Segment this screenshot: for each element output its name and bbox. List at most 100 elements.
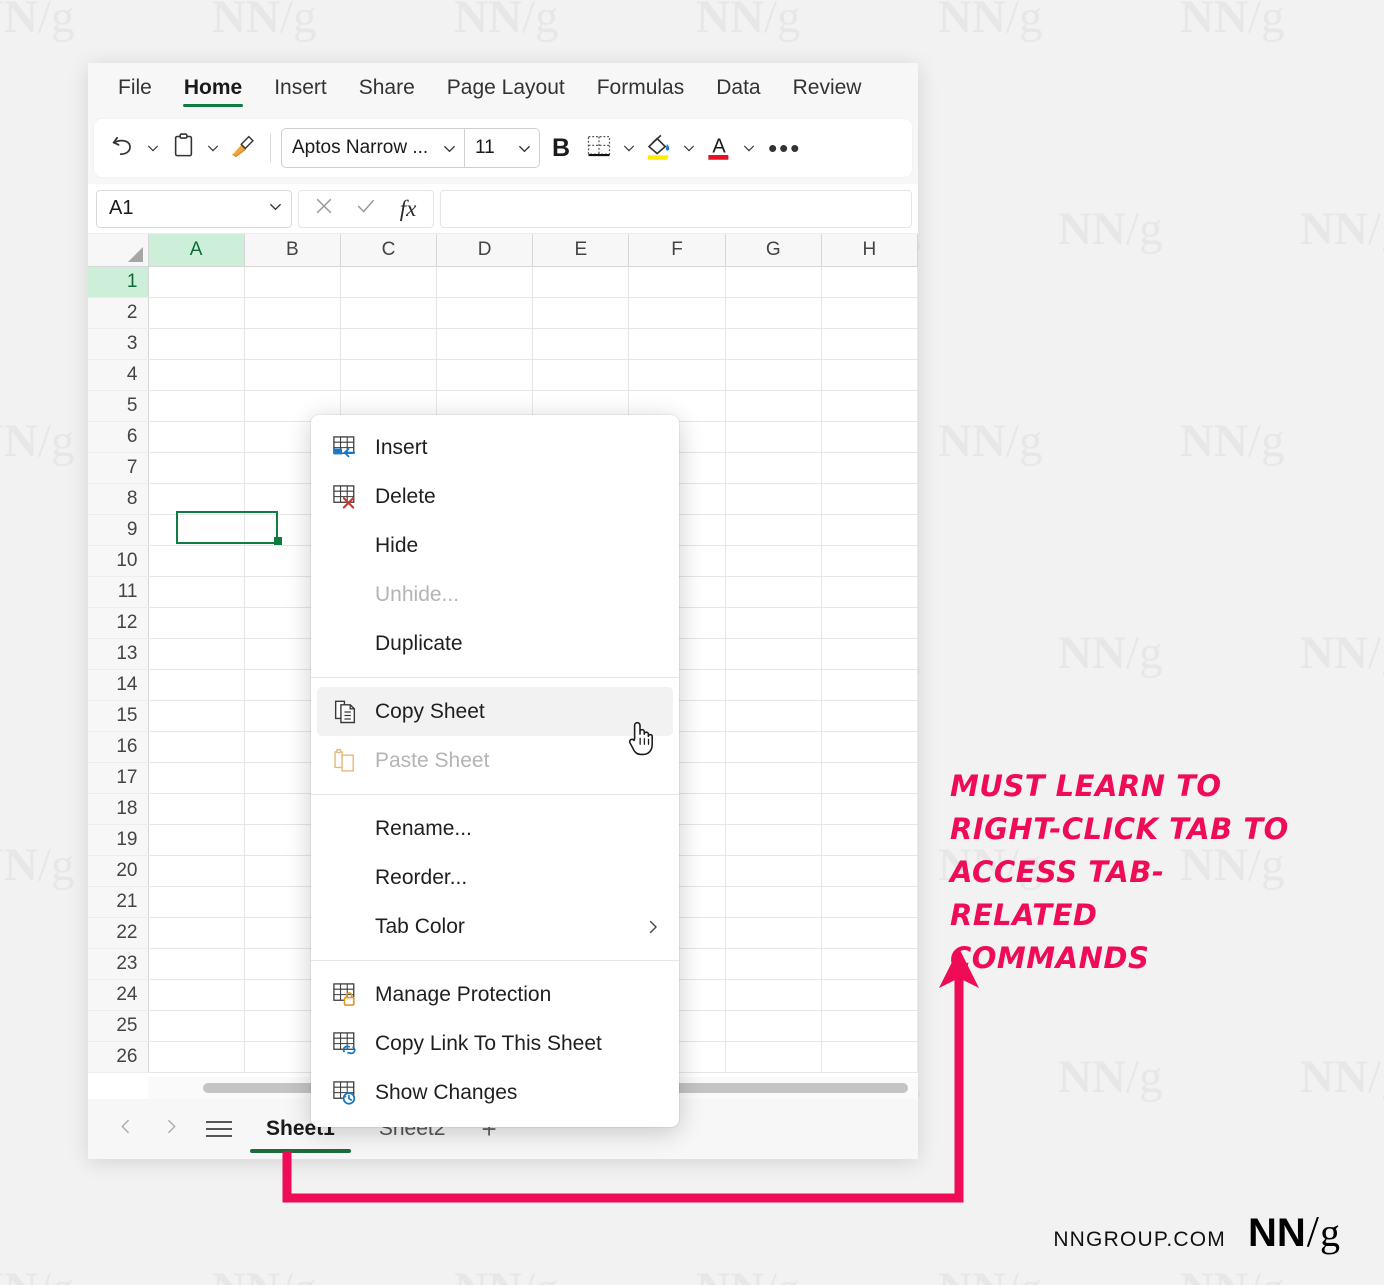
cell-B2[interactable]: [244, 297, 341, 329]
row-header-26[interactable]: 26: [88, 1041, 149, 1073]
cell-H13[interactable]: [821, 638, 918, 670]
cell-H20[interactable]: [821, 855, 918, 887]
cell-G17[interactable]: [725, 762, 822, 794]
cell-B1[interactable]: [244, 266, 341, 298]
fill-color-dropdown-button[interactable]: [678, 128, 700, 168]
cell-G1[interactable]: [725, 266, 822, 298]
cell-A4[interactable]: [148, 359, 245, 391]
confirm-edit-button[interactable]: [345, 191, 387, 227]
cell-H26[interactable]: [821, 1041, 918, 1073]
cell-A19[interactable]: [148, 824, 245, 856]
cell-G15[interactable]: [725, 700, 822, 732]
cell-H8[interactable]: [821, 483, 918, 515]
cell-A7[interactable]: [148, 452, 245, 484]
cell-G2[interactable]: [725, 297, 822, 329]
cell-H25[interactable]: [821, 1010, 918, 1042]
column-header-B[interactable]: B: [244, 234, 341, 267]
ribbon-tab-share[interactable]: Share: [345, 70, 429, 112]
paste-button[interactable]: [166, 128, 200, 168]
format-painter-button[interactable]: [226, 128, 260, 168]
row-header-3[interactable]: 3: [88, 328, 149, 360]
row-header-5[interactable]: 5: [88, 390, 149, 422]
cancel-edit-button[interactable]: [303, 191, 345, 227]
cell-A22[interactable]: [148, 917, 245, 949]
cell-A12[interactable]: [148, 607, 245, 639]
cell-H14[interactable]: [821, 669, 918, 701]
row-header-12[interactable]: 12: [88, 607, 149, 639]
cell-G13[interactable]: [725, 638, 822, 670]
context-menu-item-manage-protection[interactable]: Manage Protection: [311, 970, 679, 1019]
cell-C4[interactable]: [340, 359, 438, 391]
cell-D3[interactable]: [436, 328, 534, 360]
undo-dropdown-button[interactable]: [142, 128, 164, 168]
bold-button[interactable]: B: [542, 128, 580, 168]
row-header-15[interactable]: 15: [88, 700, 149, 732]
cell-G10[interactable]: [725, 545, 822, 577]
cell-C1[interactable]: [340, 266, 438, 298]
cell-H21[interactable]: [821, 886, 918, 918]
cell-D4[interactable]: [436, 359, 534, 391]
cell-G14[interactable]: [725, 669, 822, 701]
font-color-dropdown-button[interactable]: [738, 128, 760, 168]
formula-input[interactable]: [440, 189, 912, 228]
cell-A14[interactable]: [148, 669, 245, 701]
row-header-13[interactable]: 13: [88, 638, 149, 670]
cell-G22[interactable]: [725, 917, 822, 949]
ribbon-tab-data[interactable]: Data: [702, 70, 774, 112]
cell-A1[interactable]: [148, 266, 245, 298]
column-header-E[interactable]: E: [532, 234, 630, 267]
cell-A20[interactable]: [148, 855, 245, 887]
cell-H17[interactable]: [821, 762, 918, 794]
context-menu-item-reorder[interactable]: Reorder...: [311, 853, 679, 902]
cell-G25[interactable]: [725, 1010, 822, 1042]
row-header-10[interactable]: 10: [88, 545, 149, 577]
cell-A2[interactable]: [148, 297, 245, 329]
cell-A15[interactable]: [148, 700, 245, 732]
cell-G8[interactable]: [725, 483, 822, 515]
cell-A25[interactable]: [148, 1010, 245, 1042]
cell-A13[interactable]: [148, 638, 245, 670]
cell-A17[interactable]: [148, 762, 245, 794]
context-menu-item-copy-sheet[interactable]: Copy Sheet: [317, 687, 673, 736]
font-name-field[interactable]: Aptos Narrow ...: [282, 129, 434, 167]
cell-H4[interactable]: [821, 359, 918, 391]
context-menu-item-show-changes[interactable]: Show Changes: [311, 1068, 679, 1117]
name-box[interactable]: A1: [96, 189, 292, 228]
cell-G7[interactable]: [725, 452, 822, 484]
column-header-D[interactable]: D: [436, 234, 534, 267]
paste-dropdown-button[interactable]: [202, 128, 224, 168]
cell-E2[interactable]: [532, 297, 630, 329]
cell-F3[interactable]: [628, 328, 726, 360]
context-menu-item-hide[interactable]: Hide: [311, 521, 679, 570]
row-header-17[interactable]: 17: [88, 762, 149, 794]
font-size-dropdown-button[interactable]: [509, 129, 539, 167]
cell-H2[interactable]: [821, 297, 918, 329]
cell-G23[interactable]: [725, 948, 822, 980]
cell-H11[interactable]: [821, 576, 918, 608]
context-menu-item-rename[interactable]: Rename...: [311, 804, 679, 853]
row-header-2[interactable]: 2: [88, 297, 149, 329]
column-header-F[interactable]: F: [628, 234, 726, 267]
cell-A6[interactable]: [148, 421, 245, 453]
row-header-9[interactable]: 9: [88, 514, 149, 546]
column-header-G[interactable]: G: [725, 234, 822, 267]
cell-H24[interactable]: [821, 979, 918, 1011]
cell-H23[interactable]: [821, 948, 918, 980]
column-header-H[interactable]: H: [821, 234, 918, 267]
row-header-6[interactable]: 6: [88, 421, 149, 453]
cell-H12[interactable]: [821, 607, 918, 639]
context-menu-item-duplicate[interactable]: Duplicate: [311, 619, 679, 668]
font-color-button[interactable]: A: [702, 128, 736, 168]
cell-A10[interactable]: [148, 545, 245, 577]
fill-color-button[interactable]: [642, 128, 676, 168]
cell-F2[interactable]: [628, 297, 726, 329]
cell-G4[interactable]: [725, 359, 822, 391]
ribbon-tab-home[interactable]: Home: [170, 70, 256, 112]
cell-G6[interactable]: [725, 421, 822, 453]
row-header-23[interactable]: 23: [88, 948, 149, 980]
row-header-14[interactable]: 14: [88, 669, 149, 701]
cell-C2[interactable]: [340, 297, 438, 329]
cell-G18[interactable]: [725, 793, 822, 825]
column-header-A[interactable]: A: [148, 234, 245, 267]
cell-F1[interactable]: [628, 266, 726, 298]
